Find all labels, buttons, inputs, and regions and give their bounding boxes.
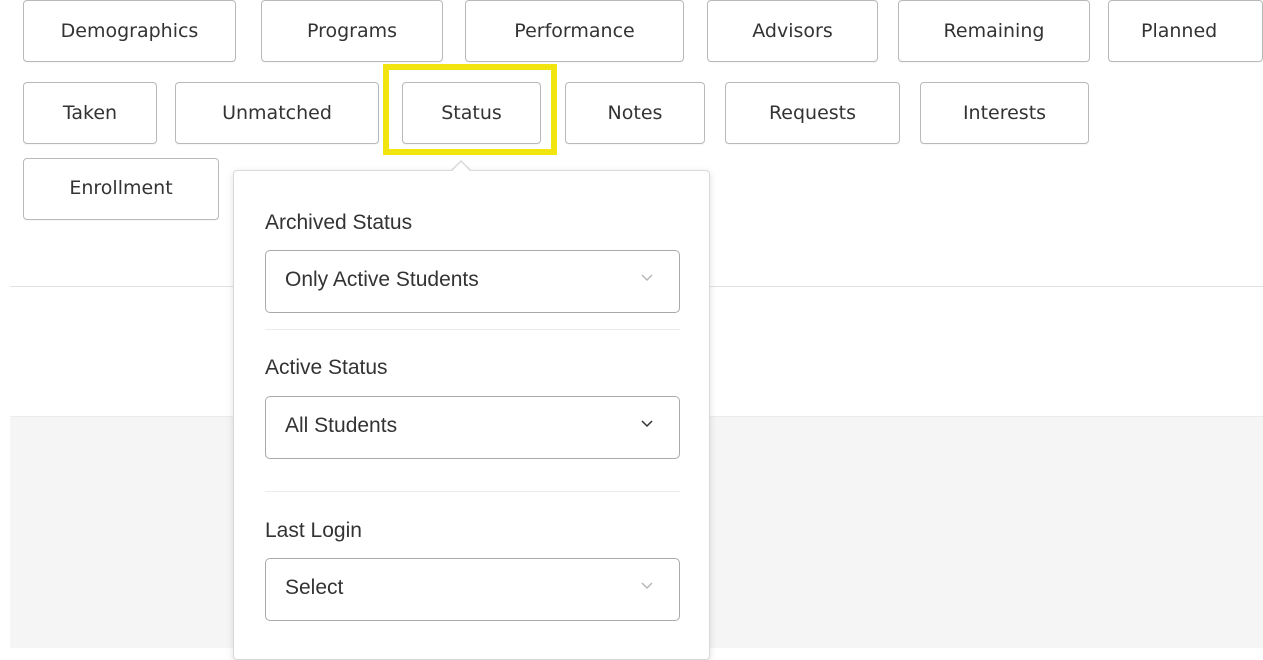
- archived-status-label: Archived Status: [265, 211, 413, 234]
- active-status-select[interactable]: All Students: [265, 396, 680, 459]
- filter-button-interests[interactable]: Interests: [920, 82, 1089, 144]
- filter-button-requests[interactable]: Requests: [725, 82, 900, 144]
- chevron-down-icon: [641, 274, 653, 282]
- active-status-label: Active Status: [265, 356, 388, 379]
- filter-button-unmatched[interactable]: Unmatched: [175, 82, 379, 144]
- archived-status-value: Only Active Students: [285, 268, 479, 291]
- filter-button-notes[interactable]: Notes: [565, 82, 705, 144]
- last-login-label: Last Login: [265, 519, 362, 542]
- chevron-down-icon: [641, 420, 653, 428]
- filter-button-planned[interactable]: Planned: [1108, 0, 1263, 62]
- status-filter-popover: Archived Status Only Active Students Act…: [233, 170, 710, 660]
- active-status-value: All Students: [285, 414, 398, 437]
- filter-button-performance[interactable]: Performance: [465, 0, 684, 62]
- popover-arrow-fill: [451, 162, 471, 172]
- filter-button-demographics[interactable]: Demographics: [23, 0, 236, 62]
- archived-status-select[interactable]: Only Active Students: [265, 250, 680, 313]
- filter-button-remaining[interactable]: Remaining: [898, 0, 1090, 62]
- popover-divider: [265, 329, 680, 330]
- filter-button-taken[interactable]: Taken: [23, 82, 157, 144]
- filter-button-advisors[interactable]: Advisors: [707, 0, 878, 62]
- last-login-select[interactable]: Select: [265, 558, 680, 621]
- filter-button-enrollment[interactable]: Enrollment: [23, 158, 219, 220]
- status-highlight-box: [383, 64, 557, 155]
- last-login-value: Select: [285, 576, 344, 599]
- chevron-down-icon: [641, 582, 653, 590]
- popover-divider: [265, 491, 680, 492]
- filter-button-programs[interactable]: Programs: [261, 0, 443, 62]
